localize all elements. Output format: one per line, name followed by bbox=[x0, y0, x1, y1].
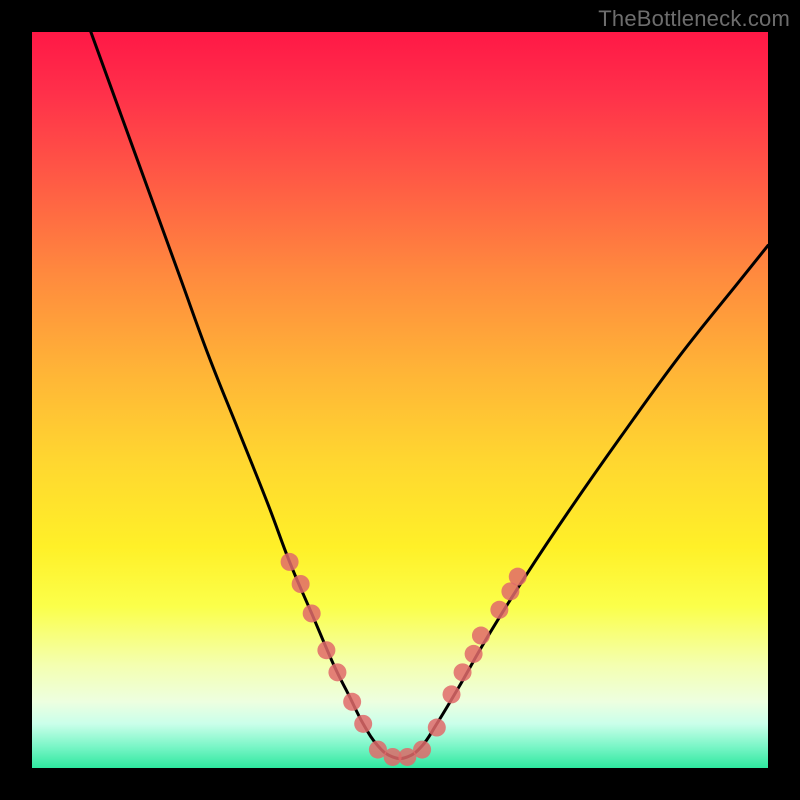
highlight-point bbox=[443, 685, 461, 703]
highlight-point bbox=[328, 663, 346, 681]
highlight-point bbox=[343, 693, 361, 711]
highlight-point bbox=[454, 663, 472, 681]
highlight-point bbox=[509, 568, 527, 586]
plot-area bbox=[32, 32, 768, 768]
highlight-point bbox=[281, 553, 299, 571]
highlighted-points-group bbox=[281, 553, 527, 766]
highlight-point bbox=[490, 601, 508, 619]
watermark-text: TheBottleneck.com bbox=[598, 6, 790, 32]
chart-frame: TheBottleneck.com bbox=[0, 0, 800, 800]
highlight-point bbox=[472, 627, 490, 645]
chart-svg bbox=[32, 32, 768, 768]
highlight-point bbox=[413, 741, 431, 759]
highlight-point bbox=[354, 715, 372, 733]
highlight-point bbox=[428, 719, 446, 737]
highlight-point bbox=[465, 645, 483, 663]
highlight-point bbox=[317, 641, 335, 659]
highlight-point bbox=[292, 575, 310, 593]
highlight-point bbox=[303, 604, 321, 622]
bottleneck-curve bbox=[91, 32, 768, 759]
